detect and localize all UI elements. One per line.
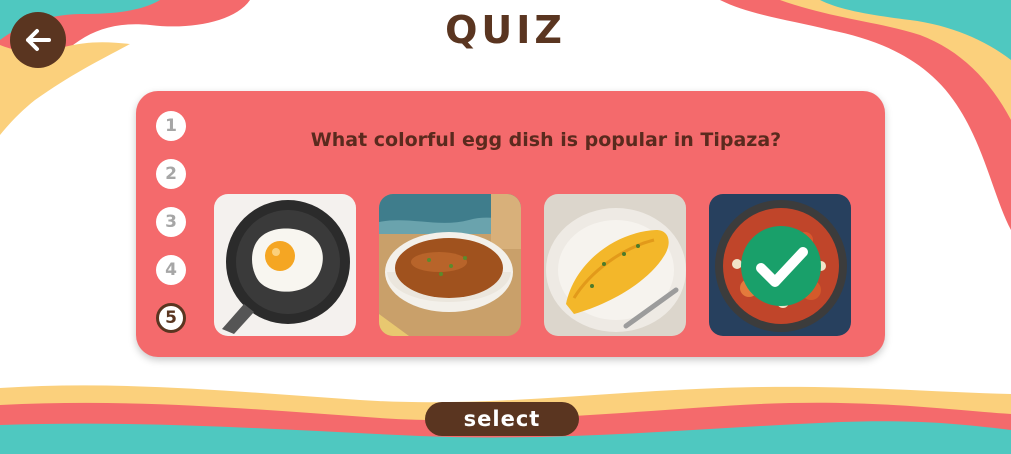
checkmark-badge [741, 226, 821, 306]
option-fried-egg[interactable] [214, 194, 356, 336]
shakshuka-image [709, 194, 851, 336]
option-omelette[interactable] [544, 194, 686, 336]
quiz-screen: QUIZ What colorful egg dish is popular i… [0, 0, 1011, 454]
quiz-card: What colorful egg dish is popular in Tip… [136, 91, 885, 357]
step-2: 2 [156, 159, 186, 189]
option-shakshuka[interactable] [709, 194, 851, 336]
soup-bowl-image [379, 194, 521, 336]
step-indicator: 1 2 3 4 5 [156, 111, 190, 351]
select-button[interactable]: select [425, 402, 579, 436]
question-text: What colorful egg dish is popular in Tip… [310, 129, 782, 151]
omelette-image [544, 194, 686, 336]
fried-egg-image [214, 194, 356, 336]
step-1: 1 [156, 111, 186, 141]
step-5-current: 5 [156, 303, 186, 333]
option-soup[interactable] [379, 194, 521, 336]
step-3: 3 [156, 207, 186, 237]
page-title: QUIZ [445, 8, 566, 52]
step-4: 4 [156, 255, 186, 285]
